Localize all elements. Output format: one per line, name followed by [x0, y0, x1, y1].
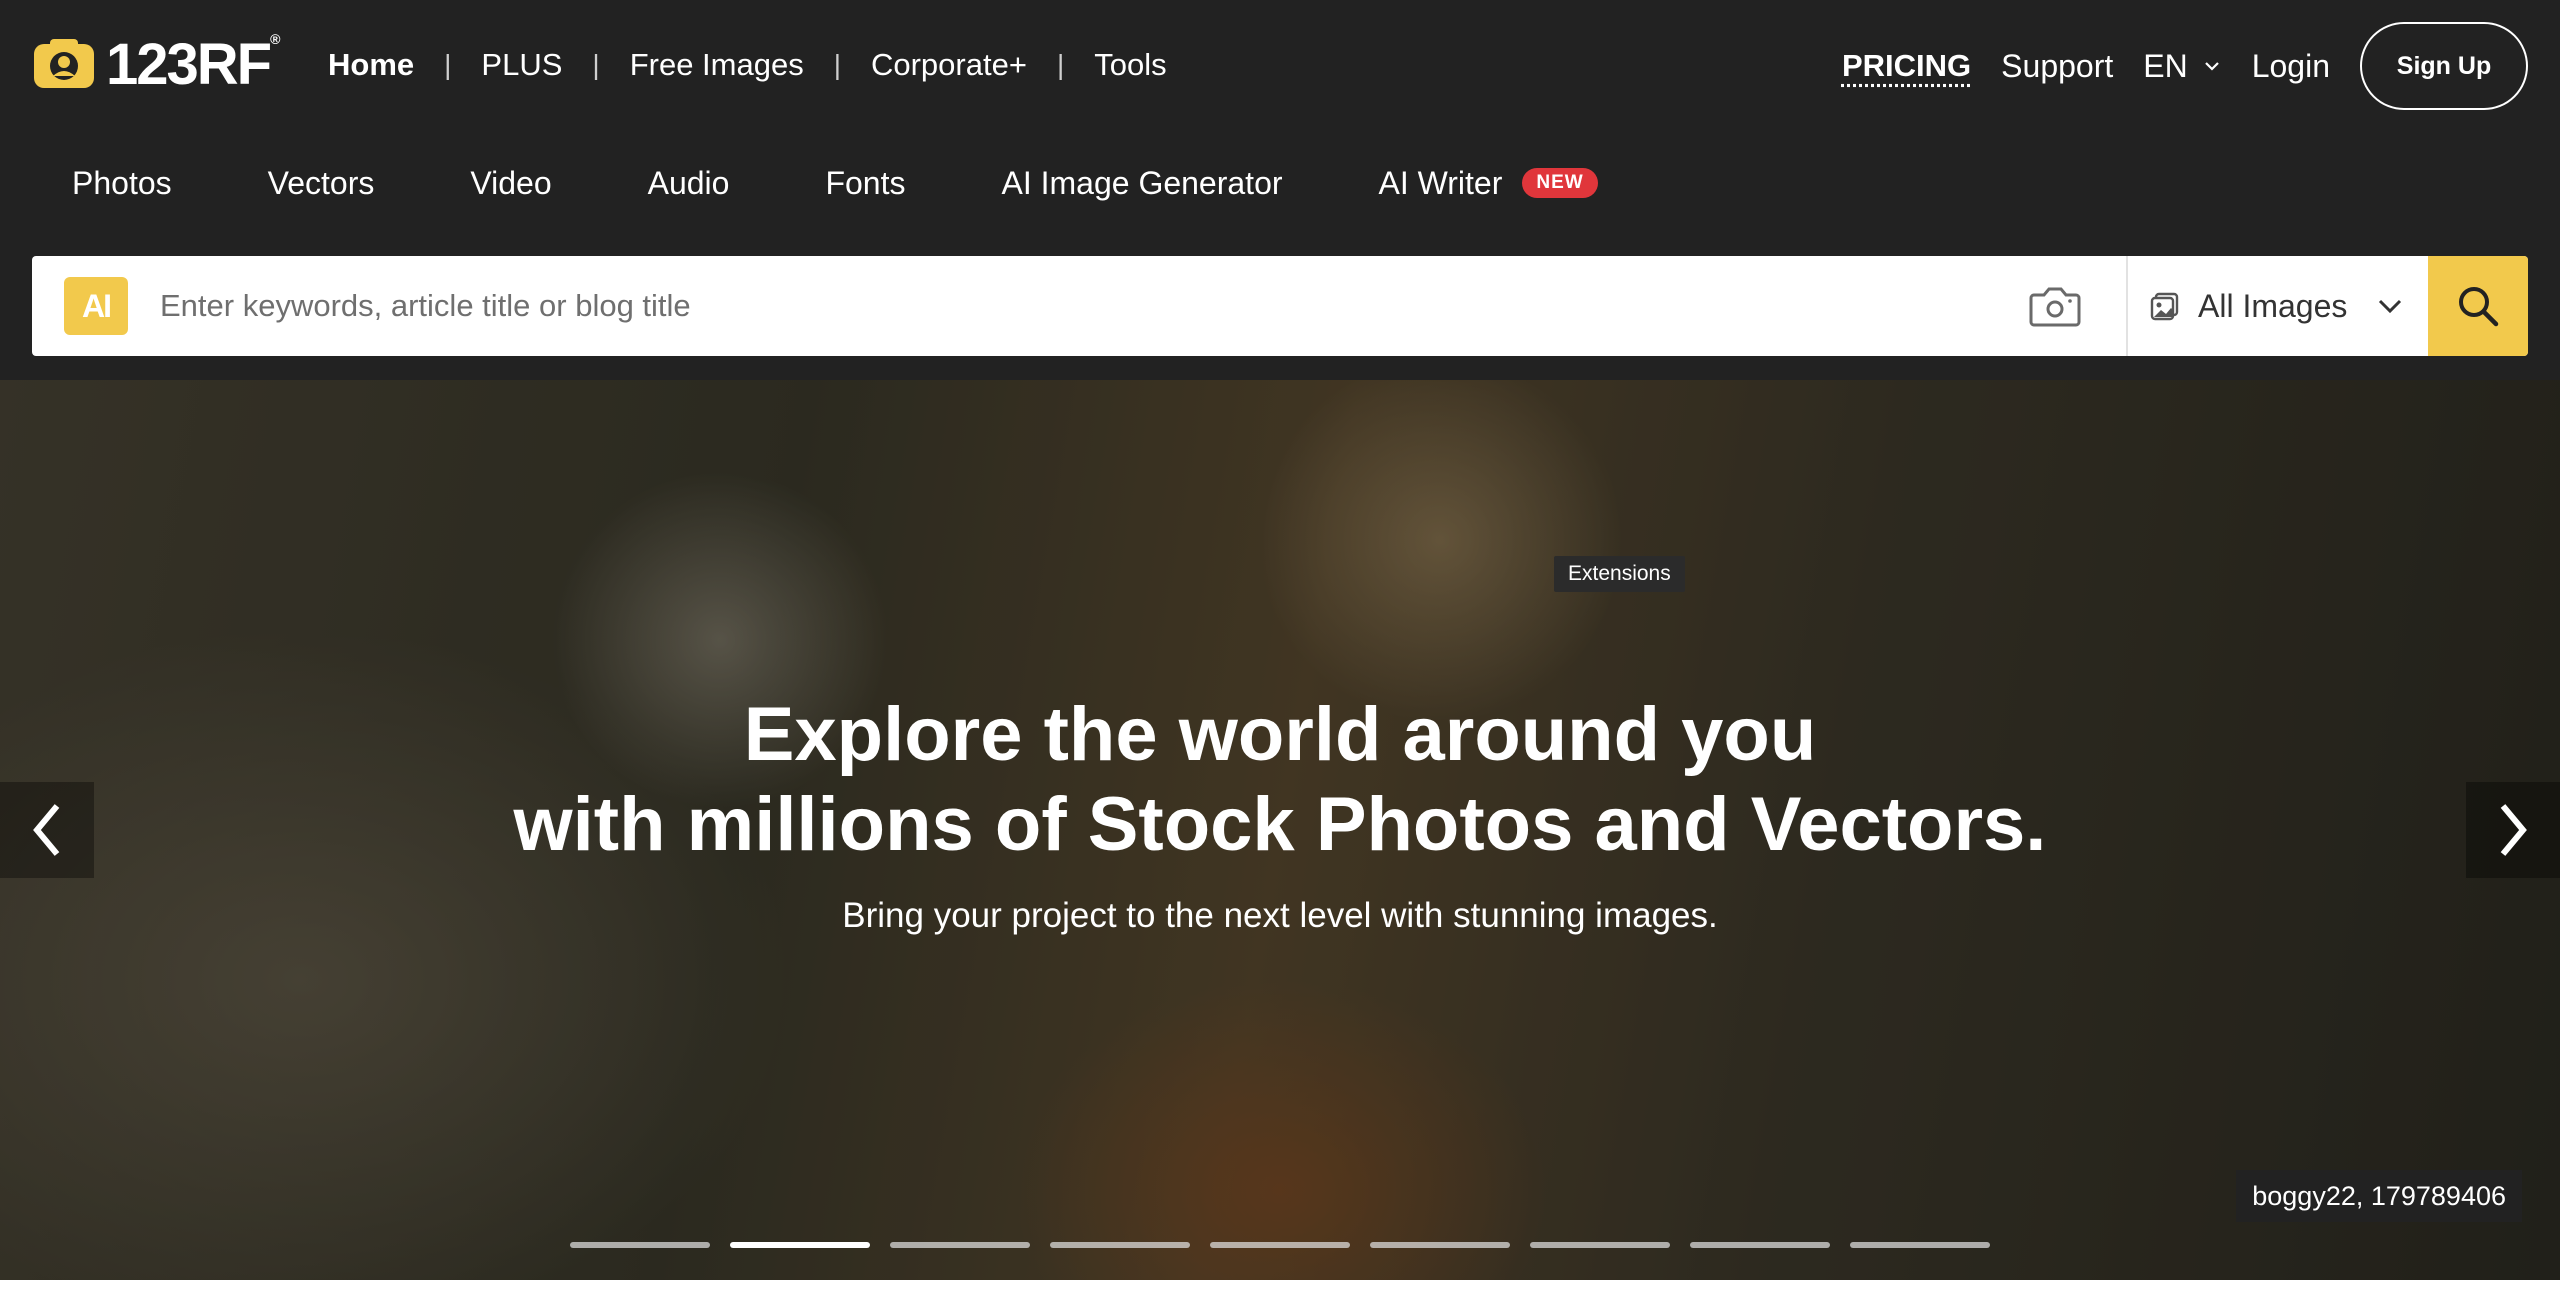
category-photos[interactable]: Photos — [72, 165, 172, 202]
camera-logo-icon — [34, 39, 94, 88]
support-link[interactable]: Support — [2001, 48, 2113, 85]
carousel-dot[interactable] — [1690, 1242, 1830, 1248]
carousel-dot[interactable] — [730, 1242, 870, 1248]
ai-search-toggle[interactable]: AI — [64, 277, 128, 335]
nav-home[interactable]: Home — [328, 47, 414, 83]
image-icon — [2150, 292, 2179, 321]
login-link[interactable]: Login — [2252, 48, 2330, 85]
search-input[interactable] — [158, 276, 2028, 336]
nav-tools[interactable]: Tools — [1094, 47, 1166, 83]
search-icon — [2459, 287, 2499, 327]
ai-badge-label: AI — [82, 287, 112, 324]
nav-corporate-plus[interactable]: Corporate+ — [871, 47, 1027, 83]
site-header: 123RF® Home | PLUS | Free Images | Corpo… — [0, 0, 2560, 380]
pricing-link[interactable]: PRICING — [1842, 48, 1971, 84]
hero-title-line-1: Explore the world around you — [743, 692, 1817, 777]
logo-text: 123RF® — [106, 30, 281, 97]
carousel-dot[interactable] — [1210, 1242, 1350, 1248]
hero-title-line-2: with millions of Stock Photos and Vector… — [513, 782, 2047, 867]
nav-divider: | — [1056, 49, 1065, 80]
category-audio[interactable]: Audio — [648, 165, 730, 202]
image-credit[interactable]: boggy22, 179789406 — [2236, 1170, 2522, 1222]
carousel-dot[interactable] — [1050, 1242, 1190, 1248]
nav-divider: | — [833, 49, 841, 80]
carousel-indicators — [570, 1242, 1990, 1248]
category-ai-image-generator[interactable]: AI Image Generator — [1001, 165, 1282, 202]
chevron-right-icon — [2500, 804, 2527, 856]
carousel-dot[interactable] — [890, 1242, 1030, 1248]
account-nav: PRICING Support EN Login Sign Up — [1842, 22, 2528, 110]
nav-plus[interactable]: PLUS — [481, 47, 562, 83]
carousel-next-button[interactable] — [2466, 782, 2560, 878]
category-ai-writer[interactable]: AI Writer NEW — [1379, 165, 1598, 202]
hero-banner: Extensions Explore the world around you … — [0, 380, 2560, 1280]
nav-divider: | — [592, 49, 600, 80]
category-fonts[interactable]: Fonts — [825, 165, 905, 202]
camera-icon[interactable] — [2028, 283, 2082, 329]
category-video[interactable]: Video — [470, 165, 551, 202]
image-type-dropdown[interactable]: All Images — [2126, 256, 2428, 356]
image-type-label: All Images — [2198, 287, 2348, 324]
search-bar: AI All Images — [32, 256, 2528, 356]
logo[interactable]: 123RF® — [32, 31, 280, 97]
top-nav: Home | PLUS | Free Images | Corporate+ |… — [328, 40, 1167, 90]
carousel-dot[interactable] — [1850, 1242, 1990, 1248]
carousel-dot[interactable] — [1530, 1242, 1670, 1248]
chevron-down-icon — [2378, 299, 2402, 314]
nav-divider: | — [444, 49, 452, 80]
signup-button[interactable]: Sign Up — [2360, 22, 2528, 110]
language-label: EN — [2143, 47, 2188, 84]
nav-free-images[interactable]: Free Images — [630, 47, 804, 83]
language-selector[interactable]: EN — [2143, 48, 2221, 85]
carousel-dot[interactable] — [1370, 1242, 1510, 1248]
hero-subtitle: Bring your project to the next level wit… — [842, 896, 1718, 935]
new-badge: NEW — [1522, 168, 1598, 198]
carousel-prev-button[interactable] — [0, 782, 94, 878]
hero-title: Explore the world around you with millio… — [0, 690, 2560, 870]
carousel-dot[interactable] — [570, 1242, 710, 1248]
chevron-down-icon — [2204, 62, 2219, 71]
chevron-left-icon — [33, 804, 60, 856]
search-button[interactable] — [2428, 256, 2528, 356]
ai-writer-label: AI Writer — [1378, 164, 1503, 201]
category-vectors[interactable]: Vectors — [268, 165, 375, 202]
category-nav: Photos Vectors Video Audio Fonts AI Imag… — [72, 158, 1598, 208]
extensions-tooltip: Extensions — [1554, 556, 1685, 592]
